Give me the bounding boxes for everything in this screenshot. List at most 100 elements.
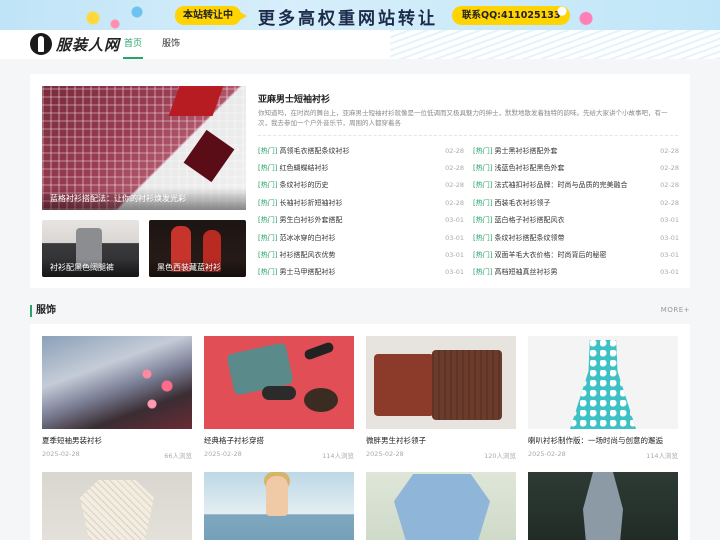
article-thumbnail[interactable] <box>204 336 354 429</box>
chevron-right-icon[interactable]: › <box>235 142 240 156</box>
list-item[interactable]: [热门] 高领毛衣搭配条纹衬衫 02-28 <box>258 142 464 159</box>
feature-panel: › 蓝格衬衫搭配法：让你的衬衫焕发光彩 衬衫配黑色阔腿裤 黑色西装藏蓝衬衫 亚麻… <box>30 74 690 288</box>
banner-tag: 本站转让中 <box>175 6 247 25</box>
article-card[interactable]: 喇叭衬衫制作版：一场时尚与创意的邂逅 2025-02-28 114人浏览 <box>528 336 678 460</box>
hot-tag: [热门] <box>473 251 493 260</box>
hot-tag: [热门] <box>258 233 278 242</box>
article-thumbnail[interactable] <box>366 472 516 540</box>
thumb-card[interactable]: 黑色西装藏蓝衬衫 <box>149 220 246 277</box>
list-item-title[interactable]: 长袖衬衫折短袖衬衫 <box>279 198 342 208</box>
list-item-date: 03-01 <box>445 216 464 225</box>
list-item[interactable]: [热门] 条纹衬衫搭配条纹领带 03-01 <box>473 229 679 246</box>
nav-item-fashion[interactable]: 服饰 <box>162 30 180 59</box>
list-item-title[interactable]: 男士马甲搭配衬衫 <box>279 267 335 277</box>
hero-image-detail <box>183 129 235 183</box>
article-card[interactable] <box>42 472 192 540</box>
list-item[interactable]: [热门] 男士黑衬衫搭配外套 02-28 <box>473 142 679 159</box>
list-item[interactable]: [热门] 浅蓝色衬衫配黑色外套 02-28 <box>473 159 679 176</box>
thumb-card[interactable]: 衬衫配黑色阔腿裤 <box>42 220 139 277</box>
section-title[interactable]: 服饰 <box>36 303 56 319</box>
article-card[interactable]: 夏季短袖男装衬衫 2025-02-28 66人浏览 <box>42 336 192 460</box>
list-item[interactable]: [热门] 男士马甲搭配衬衫 03-01 <box>258 264 464 281</box>
list-item-date: 02-28 <box>445 146 464 155</box>
list-item[interactable]: [热门] 衬衫搭配风衣优势 03-01 <box>258 246 464 263</box>
list-item-title[interactable]: 条纹衬衫搭配条纹领带 <box>494 233 564 243</box>
hot-tag: [热门] <box>473 198 493 207</box>
banner-decoration-right <box>550 4 610 28</box>
article-date: 2025-02-28 <box>528 450 566 458</box>
list-item-title[interactable]: 浅蓝色衬衫配黑色外套 <box>494 163 564 173</box>
article-title[interactable]: 喇叭衬衫制作版：一场时尚与创意的邂逅 <box>528 435 678 447</box>
list-item-date: 03-01 <box>445 251 464 260</box>
featured-article-title[interactable]: 亚麻男士短袖衬衫 <box>258 92 330 105</box>
list-item-title[interactable]: 双面羊毛大衣价格：时尚背后的秘密 <box>494 250 606 260</box>
hot-tag: [热门] <box>258 216 278 225</box>
article-card[interactable] <box>528 472 678 540</box>
hot-tag: [热门] <box>473 233 493 242</box>
list-item-title[interactable]: 蓝白格子衬衫搭配风衣 <box>494 215 564 225</box>
list-item[interactable]: [热门] 长袖衬衫折短袖衬衫 02-28 <box>258 194 464 211</box>
list-item-title[interactable]: 男士黑衬衫搭配外套 <box>494 146 557 156</box>
main-nav: 首页 服饰 <box>122 30 200 59</box>
site-logo[interactable]: 服装人网 <box>30 33 120 55</box>
list-item[interactable]: [热门] 男生白衬衫外套搭配 03-01 <box>258 212 464 229</box>
list-item-title[interactable]: 法式袖扣衬衫品牌：时尚与品质的完美融合 <box>494 180 627 190</box>
article-thumbnail[interactable] <box>42 472 192 540</box>
article-views: 114人浏览 <box>646 452 678 460</box>
article-thumbnail[interactable] <box>366 336 516 429</box>
list-item-date: 02-28 <box>660 198 679 207</box>
banner-decoration <box>60 0 170 30</box>
list-item-title[interactable]: 男生白衬衫外套搭配 <box>279 215 342 225</box>
article-thumbnail[interactable] <box>204 472 354 540</box>
article-title[interactable]: 经典格子衬衫穿搭 <box>204 435 354 447</box>
list-item-title[interactable]: 衬衫搭配风衣优势 <box>279 250 335 260</box>
hot-tag: [热门] <box>258 164 278 173</box>
list-item-date: 03-01 <box>660 233 679 242</box>
list-item-date: 03-01 <box>445 233 464 242</box>
list-item-title[interactable]: 条纹衬衫的历史 <box>279 180 328 190</box>
article-card[interactable]: 经典格子衬衫穿搭 2025-02-28 114人浏览 <box>204 336 354 460</box>
nav-item-home[interactable]: 首页 <box>122 30 144 59</box>
list-item[interactable]: [热门] 蓝白格子衬衫搭配风衣 03-01 <box>473 212 679 229</box>
list-item-date: 02-28 <box>660 181 679 190</box>
hot-tag: [热门] <box>473 216 493 225</box>
list-item-title[interactable]: 西装毛衣衬衫领子 <box>494 198 550 208</box>
hero-caption: 蓝格衬衫搭配法：让你的衬衫焕发光彩 <box>42 188 246 210</box>
list-item-date: 03-01 <box>660 268 679 277</box>
article-thumbnail[interactable] <box>528 336 678 429</box>
list-item[interactable]: [热门] 红色蝴蝶结衬衫 02-28 <box>258 159 464 176</box>
article-date: 2025-02-28 <box>366 450 404 458</box>
list-item-date: 02-28 <box>660 146 679 155</box>
list-item-date: 03-01 <box>660 251 679 260</box>
article-card[interactable] <box>366 472 516 540</box>
article-card[interactable]: 微胖男生衬衫领子 2025-02-28 120人浏览 <box>366 336 516 460</box>
article-title[interactable]: 微胖男生衬衫领子 <box>366 435 516 447</box>
list-item-title[interactable]: 红色蝴蝶结衬衫 <box>279 163 328 173</box>
list-item[interactable]: [热门] 范冰冰穿的白衬衫 03-01 <box>258 229 464 246</box>
thumb-caption: 衬衫配黑色阔腿裤 <box>42 259 139 277</box>
hero-slide[interactable]: › 蓝格衬衫搭配法：让你的衬衫焕发光彩 <box>42 86 246 210</box>
list-item[interactable]: [热门] 西装毛衣衬衫领子 02-28 <box>473 194 679 211</box>
list-item[interactable]: [热门] 双面羊毛大衣价格：时尚背后的秘密 03-01 <box>473 246 679 263</box>
section-accent-bar <box>30 305 32 317</box>
list-item-title[interactable]: 高档短袖真丝衬衫男 <box>494 267 557 277</box>
more-link[interactable]: MORE+ <box>661 306 690 314</box>
header-wave-pattern <box>390 30 720 59</box>
list-item[interactable]: [热门] 法式袖扣衬衫品牌：时尚与品质的完美融合 02-28 <box>473 177 679 194</box>
article-title[interactable]: 夏季短袖男装衬衫 <box>42 435 192 447</box>
banner-slogan: 更多高权重网站转让 <box>258 9 438 29</box>
list-item-title[interactable]: 范冰冰穿的白衬衫 <box>279 233 335 243</box>
list-item[interactable]: [热门] 条纹衬衫的历史 02-28 <box>258 177 464 194</box>
thumb-caption: 黑色西装藏蓝衬衫 <box>149 259 246 277</box>
section-header: 服饰 MORE+ <box>30 303 690 319</box>
list-item-title[interactable]: 高领毛衣搭配条纹衬衫 <box>279 146 349 156</box>
hot-tag: [热门] <box>473 181 493 190</box>
article-thumbnail[interactable] <box>42 336 192 429</box>
article-views: 66人浏览 <box>164 452 192 460</box>
article-card[interactable] <box>204 472 354 540</box>
list-item[interactable]: [热门] 高档短袖真丝衬衫男 03-01 <box>473 264 679 281</box>
article-views: 120人浏览 <box>484 452 516 460</box>
article-thumbnail[interactable] <box>528 472 678 540</box>
article-date: 2025-02-28 <box>42 450 80 458</box>
top-ad-banner[interactable]: 本站转让中 更多高权重网站转让 联系QQ:411025133 <box>0 0 720 30</box>
